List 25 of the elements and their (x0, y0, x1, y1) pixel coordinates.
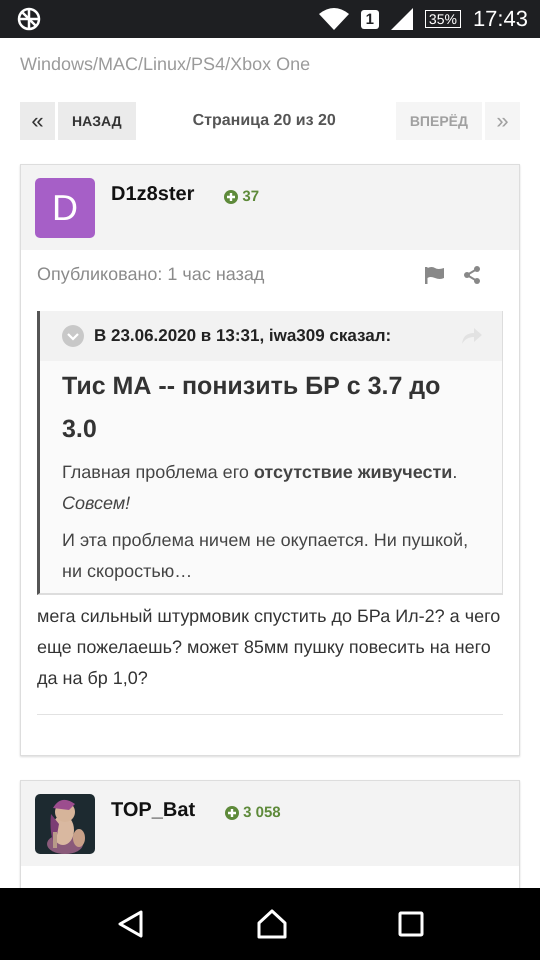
home-icon[interactable] (256, 909, 287, 939)
post-text: мега сильный штурмовик спустить до БРа Ил-2? а чего еще пожелаешь? может 85мм пушку повесить на него да на бр 1,0? (37, 605, 502, 690)
page-indicator: Страница 20 из 20 (192, 112, 336, 130)
plus-icon (225, 806, 240, 820)
avatar[interactable]: D (35, 178, 95, 238)
signal-icon (390, 8, 413, 30)
wifi-icon (318, 8, 349, 30)
sim-indicator: 1 (360, 10, 379, 28)
quote-text: И эта проблема ничем не окупается. Ни пушкой, ни скоростью… (62, 529, 470, 583)
quote-text: Главная проблема его отсутствие живучести. Совсем! (62, 461, 458, 515)
author-name[interactable]: TOP_Bat (111, 799, 196, 822)
battery-indicator: 35% (424, 10, 461, 28)
first-page-button[interactable]: « (20, 102, 55, 140)
author-name[interactable]: D1z8ster (111, 183, 194, 206)
previous-button[interactable]: НАЗАД (58, 102, 136, 140)
recents-icon[interactable] (398, 911, 424, 937)
quote-heading: Тис МА -- понизить БР с 3.7 до 3.0 (62, 371, 442, 445)
clock: 17:43 (472, 6, 528, 32)
quote-attribution: В 23.06.2020 в 13:31, iwa309 сказал: (94, 326, 392, 346)
plus-icon (224, 190, 238, 204)
publish-date: Опубликовано: 1 час назад (37, 264, 266, 285)
reputation-count: 3 058 (243, 804, 281, 821)
share-icon[interactable] (463, 266, 481, 284)
reputation-count: 37 (242, 188, 260, 205)
flag-icon[interactable] (425, 266, 445, 284)
